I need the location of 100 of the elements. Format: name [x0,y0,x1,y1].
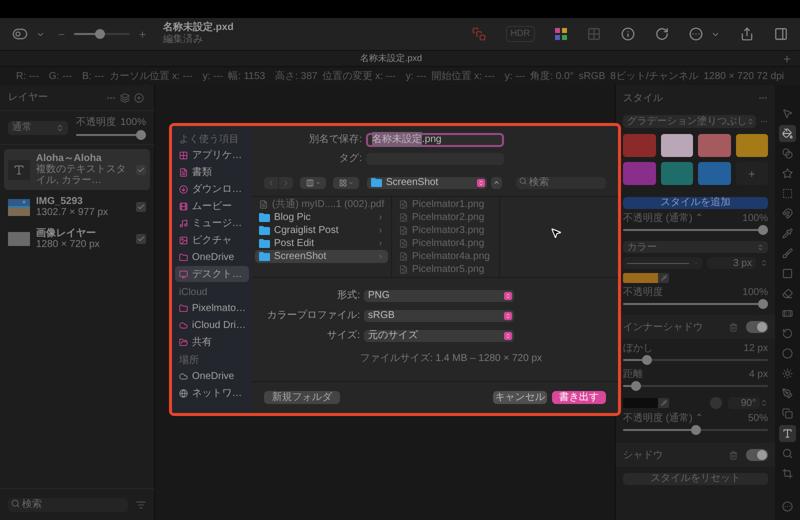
sidebar-item[interactable]: ピクチャ [175,232,249,248]
option-dropdown[interactable]: PNG [364,290,514,302]
search-field[interactable]: 検索 [516,176,606,188]
tool-button[interactable] [779,125,796,142]
filename-field[interactable]: 名称未設定.png [366,132,504,146]
add-icon[interactable] [134,92,144,102]
preset-dropdown[interactable]: グラデーション塗りつぶし [623,115,756,128]
add-swatch-button[interactable]: + [736,162,768,185]
sidebar-item[interactable]: OneDrive [175,249,249,265]
line-style-dropdown[interactable] [623,257,703,269]
sidebar-item[interactable]: OneDrive [175,368,249,384]
layer-row[interactable]: Aloha～Aloha 複数のテキストスタイル, カラー… [4,149,150,190]
style-swatch[interactable] [623,162,656,185]
grid-view-button[interactable] [333,176,359,188]
file-row[interactable]: Cgraiglist Post [255,224,388,237]
sidebar-item[interactable]: ムービー [175,198,249,214]
blend-mode-dropdown[interactable]: 通常 [8,120,68,134]
file-row[interactable]: Post Edit [255,237,388,250]
sidebar-item[interactable]: デスクト… [175,266,249,282]
style-swatch[interactable] [660,162,693,185]
info-readout: y: --- [504,70,526,84]
info-readout: カーソル位置 x: --- [109,70,193,84]
more-icon[interactable] [782,501,793,512]
sidebar-item[interactable]: 共有 [175,334,249,350]
filter-icon[interactable] [136,500,146,510]
slider-thumb[interactable] [136,130,146,140]
sidebar-item[interactable]: ミュージ… [175,215,249,231]
color-grid-icon[interactable] [555,28,567,40]
sidebar-item[interactable]: iCloud Dri… [175,317,249,333]
slider-thumb[interactable] [642,355,652,365]
search-field[interactable]: 検索 [8,498,128,512]
fill-type-dropdown[interactable]: カラー [623,241,768,253]
eyedropper-button[interactable] [658,273,669,283]
rotate-icon[interactable] [655,27,669,41]
tool-button[interactable] [779,425,796,442]
style-swatch[interactable] [736,134,768,157]
opacity-slider[interactable] [76,130,146,140]
zoom-slider[interactable] [74,29,130,39]
stack-icon[interactable] [472,27,486,41]
export-button[interactable]: 書き出す [552,391,606,404]
option-dropdown[interactable]: sRGB [364,310,514,322]
add-style-button[interactable]: スタイルを追加 [623,197,768,209]
blur-slider[interactable] [623,355,768,365]
file-row[interactable]: ScreenShot [255,250,388,263]
opacity-slider[interactable] [623,425,768,435]
style-swatch[interactable] [623,134,656,157]
new-tab-icon[interactable] [782,54,792,64]
stepper-icon[interactable] [760,259,768,267]
location-dropdown[interactable]: ScreenShot [367,176,487,188]
opacity-slider[interactable] [623,299,768,309]
reset-style-button[interactable]: スタイルをリセット [623,473,768,485]
style-swatch[interactable] [660,134,693,157]
cancel-button[interactable]: キャンセル [493,391,547,404]
slider-thumb[interactable] [94,29,105,39]
style-swatch[interactable] [698,162,730,185]
expand-button[interactable] [491,176,502,188]
new-folder-button[interactable]: 新規フォルダ [264,391,340,404]
layers-icon[interactable] [120,92,130,102]
document-tab[interactable]: 名称未設定.pxd [360,52,422,66]
visibility-checkbox[interactable] [136,202,146,212]
sidebar-item[interactable]: 書類 [175,164,249,180]
share-icon[interactable] [740,27,754,41]
sidebar-item[interactable]: ネットワ… [175,385,249,401]
visibility-checkbox[interactable] [136,164,146,174]
slider-thumb[interactable] [690,425,700,435]
plus-icon[interactable] [138,30,147,38]
info-icon[interactable] [621,27,635,41]
sidebar-item[interactable]: Pixelmato… [175,300,249,316]
stroke-width-field[interactable]: 3 px [707,257,756,269]
forward-button[interactable] [279,176,293,188]
slider-thumb[interactable] [758,225,768,235]
slider-thumb[interactable] [758,299,768,309]
view-toggle-icon[interactable] [12,26,28,42]
style-swatch[interactable] [698,134,730,157]
color-well[interactable] [623,398,658,408]
toggle-switch[interactable] [746,449,768,461]
sidebar-item[interactable]: アプリケ… [175,147,249,163]
more-icon[interactable] [689,27,703,41]
option-dropdown[interactable]: 元のサイズ [364,330,514,342]
toggle-switch[interactable] [746,321,768,333]
sidebar-icon[interactable] [774,27,788,41]
slider-value: 100% [742,287,768,299]
shared-folder-icon [179,338,188,346]
sidebar-item[interactable]: ダウンロ… [175,181,249,197]
grid-icon[interactable] [587,27,601,41]
crop-icon [782,468,793,479]
trash-icon[interactable] [729,322,738,332]
trash-icon[interactable] [729,450,738,460]
eyedropper-button[interactable] [658,398,669,408]
distance-slider[interactable] [623,381,768,391]
visibility-checkbox[interactable] [136,234,146,244]
section-title: インナーシャドウ [623,320,704,334]
stepper-icon[interactable] [760,399,768,407]
opacity-slider[interactable] [623,225,768,235]
slider-thumb[interactable] [631,381,642,391]
back-button[interactable] [264,176,278,188]
color-well[interactable] [623,273,658,283]
column-view-button[interactable] [300,176,326,188]
angle-field[interactable]: 90° [728,397,760,409]
file-row[interactable]: Blog Pic [255,211,388,224]
